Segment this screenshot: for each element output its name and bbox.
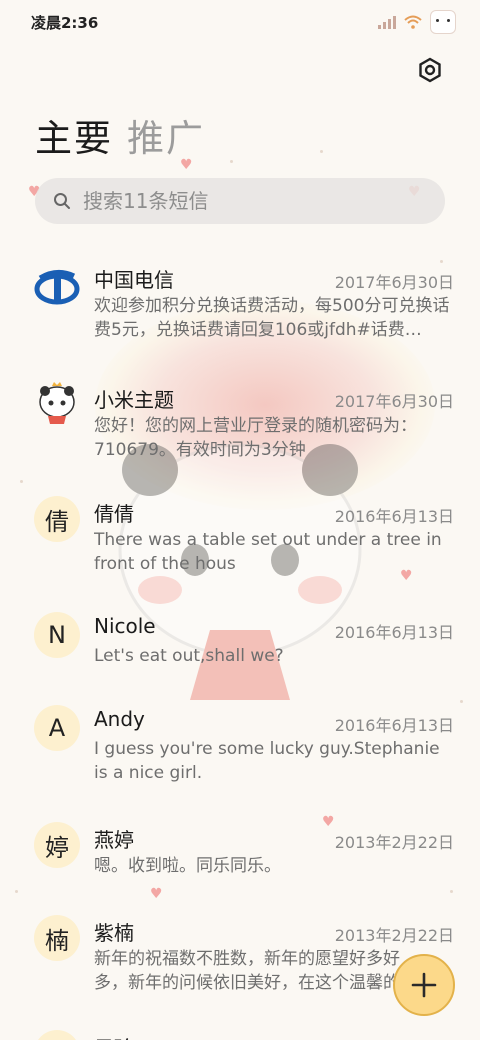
contact-avatar: N bbox=[34, 612, 80, 658]
search-input[interactable] bbox=[81, 188, 415, 214]
theme-avatar-icon bbox=[430, 10, 456, 34]
conversation-item[interactable]: 中国电信 2017年6月30日 欢迎参加积分兑换话费活动，每500分可兑换话费5… bbox=[0, 260, 480, 370]
tab-primary[interactable]: 主要 bbox=[35, 108, 113, 162]
conversation-preview: I guess you're some lucky guy.Stephanie … bbox=[94, 739, 440, 783]
china-telecom-logo-icon bbox=[34, 270, 80, 305]
conversation-name: Nicole bbox=[94, 614, 156, 638]
conversation-name: 倩倩 bbox=[94, 502, 134, 526]
conversation-name: 小米主题 bbox=[94, 388, 174, 412]
conversation-date: 2016年6月13日 bbox=[334, 623, 454, 642]
search-bar[interactable] bbox=[35, 178, 445, 224]
conversation-item[interactable]: 子玲 bbox=[0, 1030, 480, 1040]
conversation-date: 2017年6月30日 bbox=[334, 392, 454, 411]
conversation-item[interactable]: 小米主题 2017年6月30日 您好！您的网上营业厅登录的随机密码为：71067… bbox=[0, 380, 480, 490]
status-time: 凌晨2:36 bbox=[31, 14, 99, 32]
conversation-preview: 新年的祝福数不胜数，新年的愿望好多好多，新年的问候依旧美好，在这个温馨的时刻 bbox=[94, 949, 417, 993]
new-message-button[interactable] bbox=[393, 954, 455, 1016]
conversation-preview: 嗯。收到啦。同乐同乐。 bbox=[94, 856, 281, 876]
conversation-item[interactable]: 倩 倩倩 2016年6月13日 There was a table set ou… bbox=[0, 496, 480, 606]
signal-icon bbox=[378, 15, 396, 29]
tab-promotions[interactable]: 推广 bbox=[127, 108, 205, 162]
conversation-item[interactable]: A Andy 2016年6月13日 I guess you're some lu… bbox=[0, 705, 480, 815]
conversation-preview: There was a table set out under a tree i… bbox=[94, 530, 442, 574]
conversation-name: Andy bbox=[94, 707, 145, 731]
contact-avatar: 婷 bbox=[34, 822, 80, 868]
tab-bar: 主要 推广 bbox=[35, 108, 205, 162]
contact-avatar: A bbox=[34, 705, 80, 751]
conversation-preview: 欢迎参加积分兑换话费活动，每500分可兑换话费5元，兑换话费请回复106或jfd… bbox=[94, 296, 450, 340]
contact-avatar: 楠 bbox=[34, 915, 80, 961]
wifi-icon bbox=[404, 15, 422, 29]
contact-avatar: 倩 bbox=[34, 496, 80, 542]
conversation-date: 2013年2月22日 bbox=[334, 833, 454, 852]
status-bar: 凌晨2:36 bbox=[0, 0, 480, 40]
conversation-date: 2017年6月30日 bbox=[334, 273, 454, 292]
contact-avatar bbox=[34, 1030, 80, 1040]
xiaomi-theme-mascot-icon bbox=[39, 382, 75, 424]
conversation-preview: 您好！您的网上营业厅登录的随机密码为：710679。有效时间为3分钟 bbox=[94, 416, 417, 460]
conversation-date: 2013年2月22日 bbox=[334, 926, 454, 945]
search-icon bbox=[54, 193, 70, 209]
conversation-date: 2016年6月13日 bbox=[334, 716, 454, 735]
conversation-name: 紫楠 bbox=[94, 921, 134, 945]
conversation-date: 2016年6月13日 bbox=[334, 507, 454, 526]
conversation-preview: Let's eat out,shall we? bbox=[94, 646, 284, 666]
settings-icon[interactable] bbox=[416, 56, 444, 84]
conversation-name: 子玲 bbox=[94, 1032, 134, 1040]
status-icons bbox=[378, 10, 456, 34]
conversation-name: 燕婷 bbox=[94, 828, 134, 852]
conversation-name: 中国电信 bbox=[94, 268, 174, 292]
plus-icon bbox=[411, 972, 437, 998]
